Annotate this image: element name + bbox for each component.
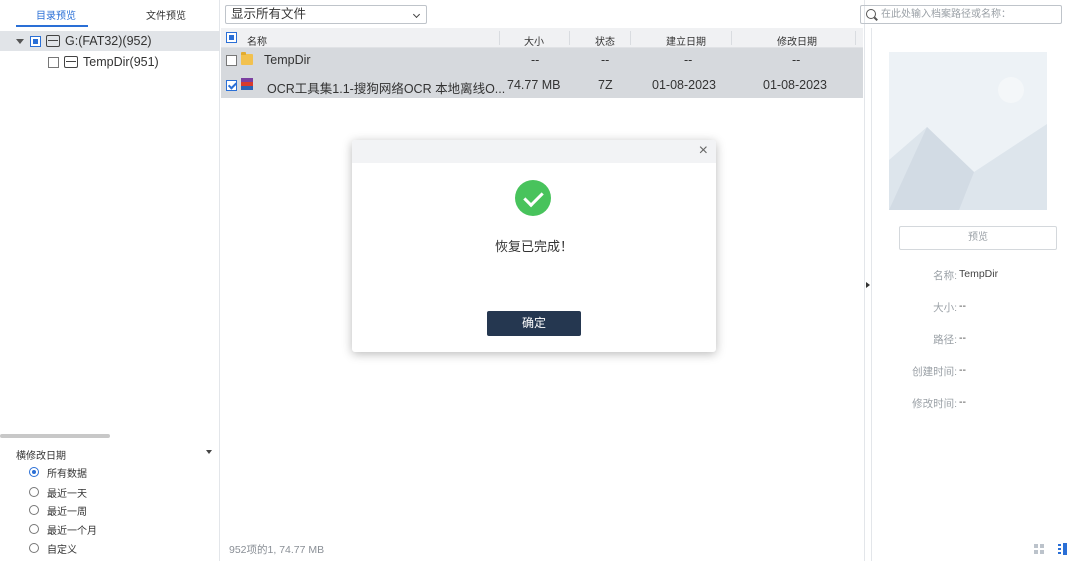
file-created: -- (684, 53, 693, 67)
folder-outline-icon (64, 56, 78, 68)
column-header-name[interactable]: 名称 (247, 33, 267, 48)
column-header-created[interactable]: 建立日期 (666, 33, 706, 48)
file-filter-select-value: 显示所有文件 (231, 7, 307, 21)
info-label: 修改时间: (912, 398, 957, 410)
filter-option-last-week[interactable]: 最近一周 (29, 502, 87, 518)
close-icon[interactable]: × (699, 142, 708, 160)
tree-item-label: TempDir(951) (83, 55, 159, 69)
file-status: 7Z (598, 78, 613, 92)
filter-option-all[interactable]: 所有数据 (29, 464, 87, 480)
status-bar-text: 952项的1, 74.77 MB (229, 544, 325, 556)
recovery-complete-dialog: × 恢复已完成！ 确定 (352, 140, 716, 352)
file-created: 01-08-2023 (652, 78, 716, 92)
radio-button[interactable] (29, 505, 39, 515)
file-filter-select[interactable]: 显示所有文件 (225, 5, 427, 24)
left-panel: 目录预览 文件预览 G:(FAT32)(952) TempDir(951) 横修… (0, 0, 220, 561)
select-all-checkbox[interactable] (226, 32, 237, 43)
panel-divider (871, 28, 872, 561)
row-checkbox[interactable] (226, 80, 237, 91)
info-row-modified: 修改时间: -- (865, 396, 1080, 412)
filter-option-label: 所有数据 (47, 468, 87, 480)
tree-item-root-drive[interactable]: G:(FAT32)(952) (0, 31, 220, 51)
view-mode-toggle (1032, 543, 1072, 555)
radio-button[interactable] (29, 524, 39, 534)
filter-option-last-day[interactable]: 最近一天 (29, 484, 87, 500)
file-size: -- (531, 53, 540, 67)
image-placeholder-icon (889, 52, 1047, 210)
rar-archive-icon (241, 78, 253, 92)
active-tab-indicator (16, 25, 88, 27)
tree-item-tempdir[interactable]: TempDir(951) (0, 52, 220, 72)
chevron-down-icon[interactable] (16, 38, 24, 44)
filter-option-label: 自定义 (47, 544, 77, 556)
grid-view-icon[interactable] (1034, 544, 1044, 554)
tab-directory-preview[interactable]: 目录预览 (36, 7, 76, 22)
info-row-size: 大小: -- (865, 300, 1080, 316)
horizontal-scrollbar[interactable] (0, 434, 110, 438)
file-modified: 01-08-2023 (763, 78, 827, 92)
info-row-created: 创建时间: -- (865, 364, 1080, 380)
chevron-down-icon[interactable] (412, 10, 421, 19)
column-divider[interactable] (731, 31, 732, 45)
table-header: 名称 大小 状态 建立日期 修改日期 (221, 28, 863, 48)
info-value: TempDir (959, 268, 999, 280)
info-value: -- (959, 300, 966, 312)
info-value: -- (959, 364, 966, 376)
column-header-status[interactable]: 状态 (595, 33, 615, 48)
filter-option-label: 最近一天 (47, 488, 87, 500)
file-size: 74.77 MB (507, 78, 561, 92)
root-drive-checkbox[interactable] (30, 35, 41, 47)
info-row-name: 名称: TempDir (865, 268, 1080, 284)
tree-item-label: G:(FAT32)(952) (65, 34, 152, 48)
column-divider[interactable] (855, 31, 856, 45)
file-modified: -- (792, 53, 801, 67)
column-header-size[interactable]: 大小 (524, 33, 544, 48)
left-tabs: 目录预览 文件预览 (0, 0, 220, 28)
file-name: TempDir (264, 53, 311, 67)
date-filter-title: 横修改日期 (16, 451, 66, 462)
column-header-modified[interactable]: 修改日期 (777, 33, 817, 48)
info-value: -- (959, 396, 966, 408)
table-row[interactable]: TempDir -- -- -- -- (221, 48, 863, 73)
info-label: 大小: (933, 302, 957, 314)
date-filter-header[interactable]: 横修改日期 (16, 447, 212, 462)
search-icon (866, 9, 876, 19)
radio-button[interactable] (29, 487, 39, 497)
file-name: OCR工具集1.1-搜狗网络OCR 本地离线O... (267, 82, 506, 96)
column-divider[interactable] (569, 31, 570, 45)
column-divider[interactable] (499, 31, 500, 45)
preview-panel: 在此处输入档案路径或名称： 预览 名称: TempDir 大小: -- 路径: … (860, 0, 1080, 561)
ok-button[interactable]: 确定 (487, 311, 581, 336)
filter-option-label: 最近一个月 (47, 525, 97, 537)
filter-option-last-month[interactable]: 最近一个月 (29, 521, 97, 537)
info-value: -- (959, 332, 966, 344)
success-check-icon (515, 180, 551, 216)
search-input[interactable]: 在此处输入档案路径或名称： (860, 5, 1062, 24)
tab-file-preview[interactable]: 文件预览 (146, 7, 186, 22)
table-row[interactable]: OCR工具集1.1-搜狗网络OCR 本地离线O... 74.77 MB 7Z 0… (221, 73, 863, 98)
filter-option-custom[interactable]: 自定义 (29, 540, 77, 556)
preview-button[interactable]: 预览 (899, 226, 1057, 250)
row-checkbox[interactable] (226, 55, 237, 66)
dialog-message: 恢复已完成！ (494, 239, 573, 254)
file-status: -- (601, 53, 610, 67)
chevron-down-icon[interactable] (206, 450, 212, 454)
column-divider[interactable] (630, 31, 631, 45)
list-view-icon[interactable] (1058, 543, 1067, 555)
dialog-header: × (352, 140, 716, 163)
radio-button[interactable] (29, 543, 39, 553)
radio-button[interactable] (29, 467, 39, 477)
info-label: 名称: (933, 270, 957, 282)
filter-option-label: 最近一周 (47, 506, 87, 518)
info-row-path: 路径: -- (865, 332, 1080, 348)
info-label: 路径: (933, 334, 957, 346)
preview-placeholder-image (889, 52, 1047, 210)
info-label: 创建时间: (912, 366, 957, 378)
tempdir-checkbox[interactable] (48, 56, 59, 68)
search-placeholder: 在此处输入档案路径或名称： (881, 9, 1011, 20)
drive-icon (46, 35, 60, 47)
folder-icon (241, 52, 253, 65)
